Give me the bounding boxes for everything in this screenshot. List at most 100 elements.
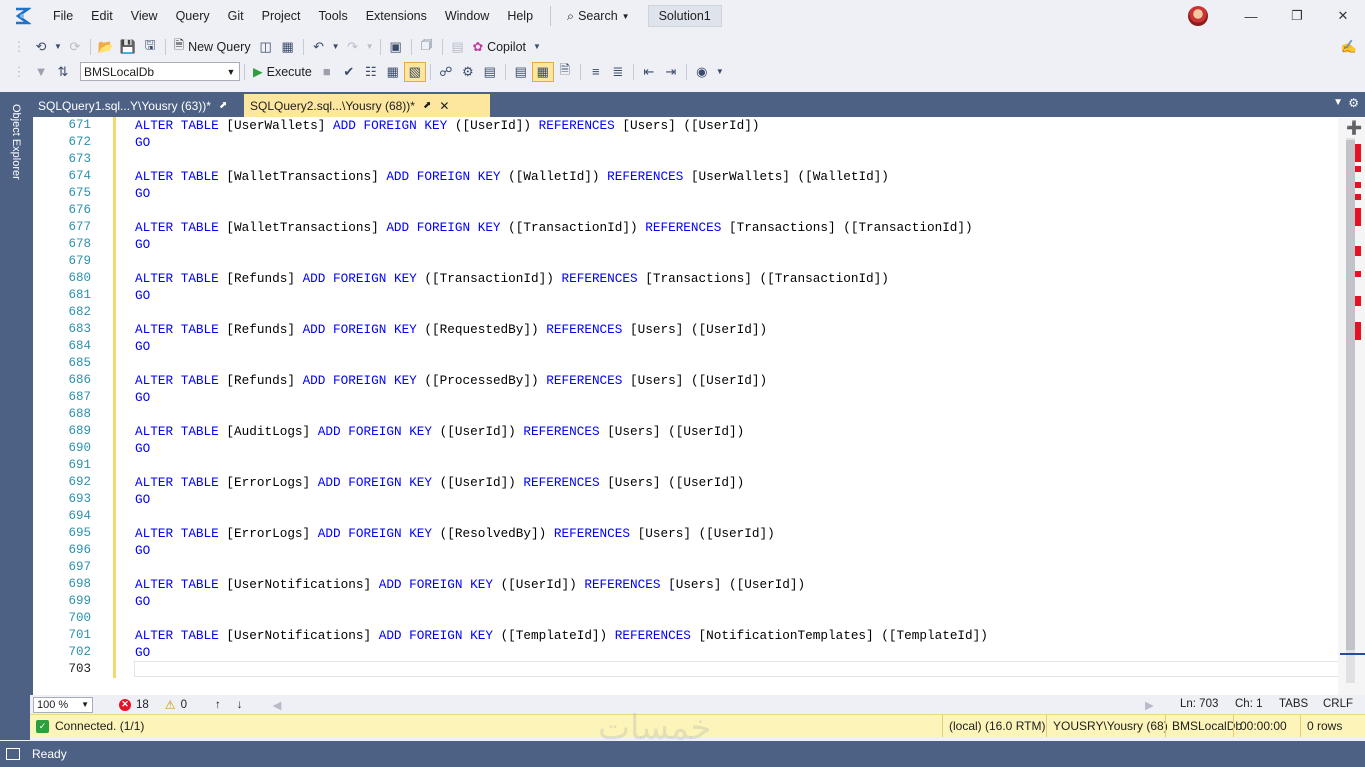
sql-keyword: GO [135, 288, 151, 303]
intellisense-icon[interactable]: ▧ [403, 61, 426, 82]
chevron-down-icon[interactable]: ▼ [52, 37, 64, 57]
scrollbar-thumb[interactable] [1346, 140, 1355, 650]
actual-plan-icon[interactable]: ☍ [435, 62, 457, 82]
connect-icon[interactable]: ▼ [30, 62, 52, 82]
close-tab-icon[interactable]: ✕ [439, 99, 449, 113]
sql-keyword: FOREIGN [409, 577, 463, 592]
object-explorer-tab[interactable]: Object Explorer [5, 96, 27, 188]
change-connection-icon[interactable]: ⇅ [52, 62, 74, 82]
error-marker [1355, 296, 1361, 306]
sql-keyword: KEY [470, 628, 493, 643]
menu-tools[interactable]: Tools [310, 0, 357, 32]
sql-editor[interactable]: 671 672 673 674 675 676 677 678 679 680 681 682 683 6… [30, 117, 1365, 695]
menu-edit[interactable]: Edit [82, 0, 122, 32]
analysis-query-icon[interactable]: ▦ [277, 37, 299, 57]
estimated-plan-icon[interactable]: ☷ [360, 62, 382, 82]
zoom-select[interactable]: 100 % ▼ [33, 696, 93, 713]
database-select[interactable]: BMSLocalDb ▼ [80, 62, 240, 81]
scroll-left-icon[interactable]: ◀ [272, 698, 281, 712]
profile-avatar-icon[interactable] [1188, 6, 1208, 26]
tab-sqlquery2[interactable]: SQLQuery2.sql...\Yousry (68))* ⬈ ✕ [244, 94, 490, 117]
results-to-file-icon[interactable]: 🗎 [554, 62, 576, 82]
comment-icon[interactable]: ≡ [585, 62, 607, 82]
toolbar-overflow-icon[interactable]: ▼ [713, 62, 727, 82]
split-editor-icon[interactable]: ➕ [1346, 120, 1362, 136]
restore-icon[interactable]: ❐ [1274, 0, 1320, 32]
minimize-icon[interactable]: — [1228, 0, 1274, 32]
specify-values-icon[interactable]: ◉ [691, 62, 713, 82]
line-ending-indicator: CRLF [1323, 698, 1354, 710]
sql-keyword: REFERENCES [523, 424, 600, 439]
next-issue-icon[interactable]: ↓ [237, 699, 243, 711]
sql-identifier: ([UserId]) [439, 424, 516, 439]
sql-identifier: [Refunds] [226, 271, 295, 286]
client-stats-icon[interactable]: ▤ [479, 62, 501, 82]
gear-icon[interactable]: ⚙ [1348, 96, 1359, 110]
activity-monitor-icon[interactable]: ▣ [385, 37, 407, 57]
sql-identifier: ([UserId]) [690, 373, 768, 388]
code-line-alter-table: ALTER TABLE [WalletTransactions] ADD FOR… [135, 168, 889, 185]
toolbox-icon[interactable]: ▤ [447, 37, 469, 57]
back-icon[interactable]: ⟲ [30, 37, 52, 57]
menu-project[interactable]: Project [253, 0, 310, 32]
scroll-right-icon[interactable]: ▶ [1145, 698, 1154, 712]
pin-icon[interactable]: ⬈ [219, 100, 227, 111]
code-line-go: GO [135, 134, 150, 151]
tab-sqlquery1[interactable]: SQLQuery1.sql...Y\Yousry (63))* ⬈ [32, 94, 244, 117]
feedback-icon[interactable]: ✍ [1338, 37, 1360, 57]
menu-window[interactable]: Window [436, 0, 498, 32]
warning-count-button[interactable]: ⚠ 0 [165, 698, 187, 712]
new-query-button[interactable]: 🗎 New Query [170, 36, 255, 57]
column-indicator: Ch: 1 [1235, 698, 1263, 710]
stop-icon[interactable]: ■ [316, 62, 338, 82]
toolbar-separator [90, 38, 91, 55]
chevron-down-icon[interactable]: ▼ [330, 37, 342, 57]
open-folder-icon[interactable]: 📂 [95, 37, 117, 57]
chevron-down-icon: ▼ [81, 700, 89, 709]
line-number: 686 [68, 373, 91, 387]
sql-keyword: TABLE [180, 628, 219, 643]
error-count-button[interactable]: ✕ 18 [119, 698, 149, 711]
undo-icon[interactable]: ↶ [308, 37, 330, 57]
redo-icon[interactable]: ↷ [342, 37, 364, 57]
chevron-down-icon[interactable]: ▼ [364, 37, 376, 57]
properties-icon[interactable]: 🗇 [416, 37, 438, 57]
save-icon[interactable]: 💾 [117, 37, 139, 57]
forward-icon[interactable]: ⟳ [64, 37, 86, 57]
pin-icon[interactable]: ⬈ [423, 100, 431, 111]
menu-query[interactable]: Query [167, 0, 219, 32]
menu-help[interactable]: Help [498, 0, 542, 32]
menu-file[interactable]: File [44, 0, 82, 32]
database-query-icon[interactable]: ◫ [255, 37, 277, 57]
chevron-down-icon: ▼ [226, 66, 236, 77]
ssms-logo-icon[interactable] [0, 0, 44, 32]
search-button[interactable]: ⌕ Search ▼ [559, 9, 638, 24]
results-to-grid-icon[interactable]: ▦ [531, 61, 554, 82]
decrease-indent-icon[interactable]: ⇤ [638, 62, 660, 82]
close-icon[interactable]: ✕ [1320, 0, 1365, 32]
execute-button[interactable]: ▶ Execute [249, 64, 316, 80]
parse-checkmark-icon[interactable]: ✔ [338, 62, 360, 82]
line-number: 701 [68, 628, 91, 642]
menu-git[interactable]: Git [219, 0, 253, 32]
sql-keyword: FOREIGN [333, 271, 387, 286]
toolbar-overflow-icon[interactable]: ▼ [530, 37, 544, 57]
save-all-icon[interactable]: 🖫 [139, 37, 161, 57]
increase-indent-icon[interactable]: ⇥ [660, 62, 682, 82]
results-to-text-icon[interactable]: ▤ [510, 62, 532, 82]
uncomment-icon[interactable]: ≣ [607, 62, 629, 82]
code-line-alter-table: ALTER TABLE [ErrorLogs] ADD FOREIGN KEY … [135, 474, 744, 491]
standard-toolbar: ⋮ ⟲ ▼ ⟳ 📂 💾 🖫 🗎 New Query ◫ ▦ ↶ ▼ ↷ ▼ ▣ … [0, 34, 1365, 59]
copilot-button[interactable]: ✿ Copilot [469, 39, 530, 55]
sql-keyword: ALTER [135, 118, 174, 133]
menu-view[interactable]: View [122, 0, 167, 32]
previous-issue-icon[interactable]: ↑ [215, 699, 221, 711]
sql-keyword: GO [135, 594, 151, 609]
copilot-label: Copilot [487, 39, 526, 54]
tab-list-chevron-icon[interactable]: ▼ [1333, 97, 1343, 108]
live-stats-icon[interactable]: ⚙ [457, 62, 479, 82]
vertical-scrollbar[interactable]: ➕ [1338, 118, 1365, 695]
sql-keyword: TABLE [180, 118, 219, 133]
query-options-icon[interactable]: ▦ [382, 62, 404, 82]
menu-extensions[interactable]: Extensions [357, 0, 436, 32]
